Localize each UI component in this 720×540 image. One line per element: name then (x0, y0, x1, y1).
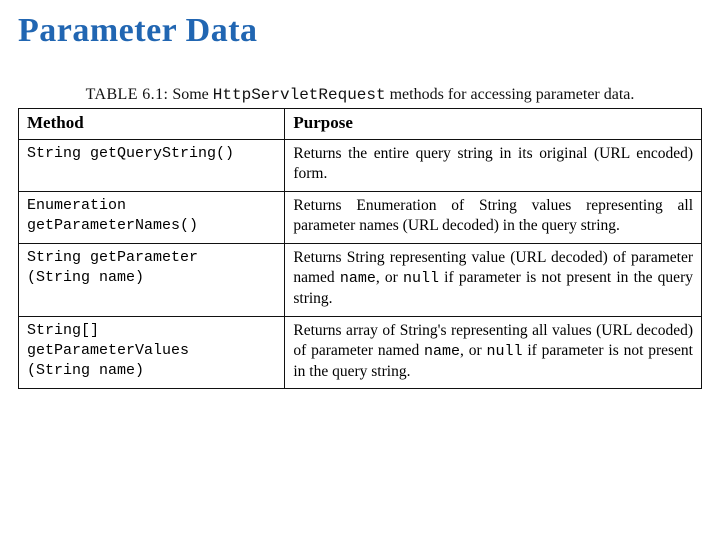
purpose-cell: Returns String representing value (URL d… (285, 243, 702, 316)
method-cell: String getParameter (String name) (19, 243, 285, 316)
caption-label: TABLE 6.1: (86, 86, 169, 103)
code-literal: null (487, 343, 523, 360)
method-cell: String getQueryString() (19, 140, 285, 192)
method-cell: Enumeration getParameterNames() (19, 191, 285, 243)
purpose-cell: Returns Enumeration of String values rep… (285, 191, 702, 243)
table-header-row: Method Purpose (19, 109, 702, 140)
table-row: String[] getParameterValues (String name… (19, 316, 702, 389)
table-row: String getParameter (String name)Returns… (19, 243, 702, 316)
code-literal: name (424, 343, 460, 360)
code-literal: null (403, 270, 439, 287)
code-literal: name (340, 270, 376, 287)
caption-code: HttpServletRequest (213, 86, 386, 104)
table-block: TABLE 6.1: Some HttpServletRequest metho… (18, 86, 702, 389)
header-purpose: Purpose (285, 109, 702, 140)
purpose-cell: Returns the entire query string in its o… (285, 140, 702, 192)
table-row: String getQueryString()Returns the entir… (19, 140, 702, 192)
header-method: Method (19, 109, 285, 140)
purpose-cell: Returns array of String's representing a… (285, 316, 702, 389)
table-row: Enumeration getParameterNames()Returns E… (19, 191, 702, 243)
caption-text-after: methods for accessing parameter data. (386, 86, 635, 103)
page-title: Parameter Data (18, 12, 702, 50)
parameter-table: Method Purpose String getQueryString()Re… (18, 108, 702, 389)
caption-text-before: Some (168, 86, 212, 103)
method-cell: String[] getParameterValues (String name… (19, 316, 285, 389)
table-caption: TABLE 6.1: Some HttpServletRequest metho… (18, 86, 702, 104)
